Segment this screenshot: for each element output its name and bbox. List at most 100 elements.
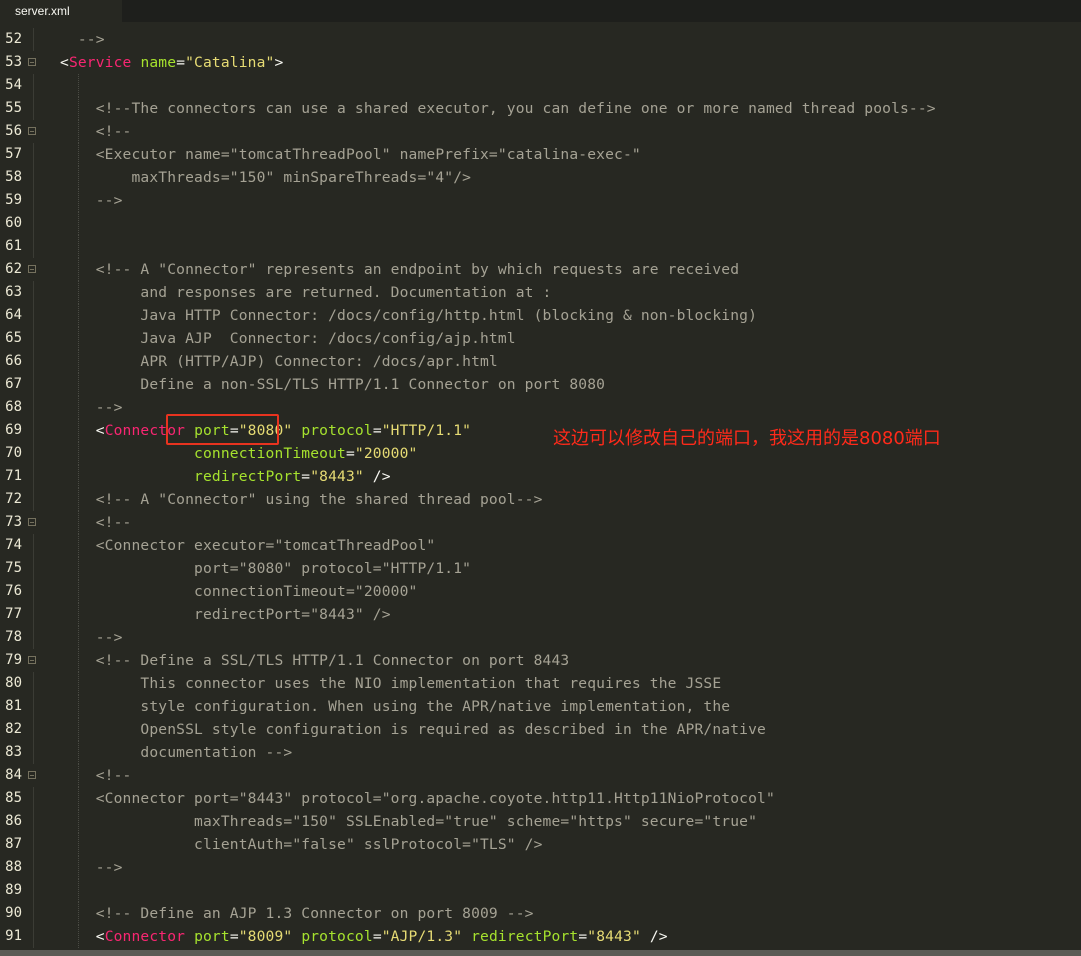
code-line[interactable]: 60 xyxy=(0,212,1081,235)
fold-toggle-icon[interactable] xyxy=(28,518,36,526)
code-line[interactable]: 91 <Connector port="8009" protocol="AJP/… xyxy=(0,925,1081,948)
code-line[interactable]: 85 <Connector port="8443" protocol="org.… xyxy=(0,787,1081,810)
line-number: 64 xyxy=(5,307,22,323)
code-line[interactable]: 80 This connector uses the NIO implement… xyxy=(0,672,1081,695)
code-line[interactable]: 63 and responses are returned. Documenta… xyxy=(0,281,1081,304)
fold-guide xyxy=(33,350,34,373)
code-line[interactable]: 72 <!-- A "Connector" using the shared t… xyxy=(0,488,1081,511)
code-token: Service xyxy=(68,54,132,71)
code-token: documentation --> xyxy=(60,744,293,761)
code-line[interactable]: 59 --> xyxy=(0,189,1081,212)
code-editor[interactable]: 52 --> 53 <Service name="Catalina"> 54 55 <!… xyxy=(0,28,1081,950)
code-line[interactable]: 75 port="8080" protocol="HTTP/1.1" xyxy=(0,557,1081,580)
code-token: <!-- Define a SSL/TLS HTTP/1.1 Connector… xyxy=(60,652,570,669)
scrollbar-thumb[interactable] xyxy=(0,950,1081,956)
fold-guide xyxy=(33,626,34,649)
code-line[interactable]: 88 --> xyxy=(0,856,1081,879)
fold-guide xyxy=(33,833,34,856)
fold-guide xyxy=(33,902,34,925)
code-line[interactable]: 55 <!--The connectors can use a shared e… xyxy=(0,97,1081,120)
code-text: OpenSSL style configuration is required … xyxy=(60,718,766,741)
code-text: connectionTimeout="20000" xyxy=(60,442,417,465)
code-token: port="8080" protocol="HTTP/1.1" xyxy=(60,560,472,577)
code-token: = xyxy=(372,928,382,945)
code-line[interactable]: 89 xyxy=(0,879,1081,902)
code-token: = xyxy=(345,445,355,462)
indent-guide xyxy=(78,235,80,258)
code-text: <!-- Define an AJP 1.3 Connector on port… xyxy=(60,902,534,925)
fold-guide xyxy=(33,97,34,120)
tab-server-xml[interactable]: server.xml xyxy=(0,0,122,22)
code-token: Java HTTP Connector: /docs/config/http.h… xyxy=(60,307,758,324)
code-token: connectionTimeout xyxy=(194,445,346,462)
code-line[interactable]: 77 redirectPort="8443" /> xyxy=(0,603,1081,626)
code-token: <!-- xyxy=(60,514,132,531)
code-token: --> xyxy=(60,859,123,876)
code-line[interactable]: 68 --> xyxy=(0,396,1081,419)
horizontal-scrollbar[interactable] xyxy=(0,950,1081,956)
code-line[interactable]: 81 style configuration. When using the A… xyxy=(0,695,1081,718)
fold-guide xyxy=(33,327,34,350)
code-text: and responses are returned. Documentatio… xyxy=(60,281,552,304)
code-text: style configuration. When using the APR/… xyxy=(60,695,730,718)
code-line[interactable]: 52 --> xyxy=(0,28,1081,51)
fold-guide xyxy=(33,419,34,442)
fold-guide xyxy=(33,695,34,718)
fold-toggle-icon[interactable] xyxy=(28,58,36,66)
code-token: < xyxy=(60,422,105,439)
code-line[interactable]: 54 xyxy=(0,74,1081,97)
code-token: = xyxy=(229,928,239,945)
code-line[interactable]: 57 <Executor name="tomcatThreadPool" nam… xyxy=(0,143,1081,166)
line-number: 72 xyxy=(5,491,22,507)
fold-guide xyxy=(33,488,34,511)
code-token: <Connector executor="tomcatThreadPool" xyxy=(60,537,436,554)
line-number: 59 xyxy=(5,192,22,208)
code-token: = xyxy=(176,54,186,71)
code-line[interactable]: 74 <Connector executor="tomcatThreadPool… xyxy=(0,534,1081,557)
code-line[interactable]: 79 <!-- Define a SSL/TLS HTTP/1.1 Connec… xyxy=(0,649,1081,672)
fold-guide xyxy=(33,787,34,810)
fold-guide xyxy=(33,304,34,327)
code-line[interactable]: 87 clientAuth="false" sslProtocol="TLS" … xyxy=(0,833,1081,856)
fold-guide xyxy=(33,465,34,488)
line-number: 82 xyxy=(5,721,22,737)
fold-toggle-icon[interactable] xyxy=(28,656,36,664)
code-line[interactable]: 56 <!-- xyxy=(0,120,1081,143)
code-line[interactable]: 67 Define a non-SSL/TLS HTTP/1.1 Connect… xyxy=(0,373,1081,396)
code-line[interactable]: 66 APR (HTTP/AJP) Connector: /docs/apr.h… xyxy=(0,350,1081,373)
code-line[interactable]: 78 --> xyxy=(0,626,1081,649)
code-text: --> xyxy=(60,396,123,419)
port-highlight-box xyxy=(166,414,279,445)
code-text: --> xyxy=(60,189,123,212)
code-line[interactable]: 62 <!-- A "Connector" represents an endp… xyxy=(0,258,1081,281)
code-line[interactable]: 73 <!-- xyxy=(0,511,1081,534)
code-line[interactable]: 84 <!-- xyxy=(0,764,1081,787)
line-number: 89 xyxy=(5,882,22,898)
code-line[interactable]: 65 Java AJP Connector: /docs/config/ajp.… xyxy=(0,327,1081,350)
code-line[interactable]: 76 connectionTimeout="20000" xyxy=(0,580,1081,603)
fold-toggle-icon[interactable] xyxy=(28,265,36,273)
code-line[interactable]: 83 documentation --> xyxy=(0,741,1081,764)
code-text: <Connector executor="tomcatThreadPool" xyxy=(60,534,435,557)
code-text: <Service name="Catalina"> xyxy=(60,51,283,74)
code-line[interactable]: 82 OpenSSL style configuration is requir… xyxy=(0,718,1081,741)
fold-toggle-icon[interactable] xyxy=(28,127,36,135)
line-number: 83 xyxy=(5,744,22,760)
code-text: <!-- xyxy=(60,511,132,534)
code-line[interactable]: 71 redirectPort="8443" /> xyxy=(0,465,1081,488)
code-text: Define a non-SSL/TLS HTTP/1.1 Connector … xyxy=(60,373,605,396)
line-number: 53 xyxy=(5,54,22,70)
code-line[interactable]: 58 maxThreads="150" minSpareThreads="4"/… xyxy=(0,166,1081,189)
code-line[interactable]: 64 Java HTTP Connector: /docs/config/htt… xyxy=(0,304,1081,327)
code-line[interactable]: 61 xyxy=(0,235,1081,258)
code-line[interactable]: 90 <!-- Define an AJP 1.3 Connector on p… xyxy=(0,902,1081,925)
code-token: "AJP/1.3" xyxy=(381,928,463,945)
code-line[interactable]: 86 maxThreads="150" SSLEnabled="true" sc… xyxy=(0,810,1081,833)
code-line[interactable]: 53 <Service name="Catalina"> xyxy=(0,51,1081,74)
fold-guide xyxy=(33,143,34,166)
indent-guide xyxy=(78,212,80,235)
code-token: <Connector port="8443" protocol="org.apa… xyxy=(60,790,775,807)
fold-toggle-icon[interactable] xyxy=(28,771,36,779)
indent-guide xyxy=(78,879,80,902)
